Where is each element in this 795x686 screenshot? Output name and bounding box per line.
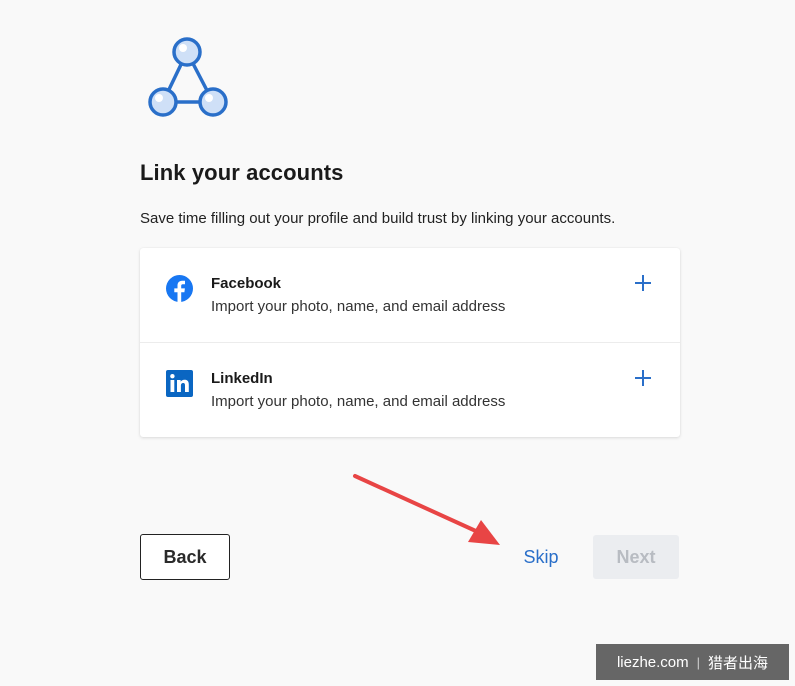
page-subtitle: Save time filling out your profile and b… bbox=[140, 210, 616, 227]
watermark-separator: | bbox=[696, 654, 701, 670]
watermark-brand: 猎者出海 bbox=[708, 654, 769, 672]
account-description: Import your photo, name, and email addre… bbox=[211, 393, 506, 410]
linkedin-icon bbox=[166, 370, 193, 397]
link-accounts-page: Link your accounts Save time filling out… bbox=[0, 0, 795, 686]
add-linkedin-plus-icon[interactable] bbox=[632, 367, 654, 389]
account-description: Import your photo, name, and email addre… bbox=[211, 298, 506, 315]
linked-nodes-icon bbox=[148, 37, 228, 117]
account-name: Facebook bbox=[211, 275, 282, 292]
next-button: Next bbox=[593, 535, 679, 579]
add-facebook-plus-icon[interactable] bbox=[632, 272, 654, 294]
account-row-linkedin: LinkedIn Import your photo, name, and em… bbox=[140, 342, 680, 436]
skip-link[interactable]: Skip bbox=[510, 535, 572, 579]
facebook-icon bbox=[166, 275, 193, 302]
watermark-site: liezhe.com bbox=[616, 653, 689, 671]
back-button[interactable]: Back bbox=[140, 534, 230, 580]
page-title: Link your accounts bbox=[140, 160, 344, 185]
accounts-card: Facebook Import your photo, name, and em… bbox=[140, 248, 680, 437]
account-name: LinkedIn bbox=[211, 370, 273, 387]
account-row-facebook: Facebook Import your photo, name, and em… bbox=[140, 248, 680, 342]
watermark: liezhe.com | 猎者出海 bbox=[596, 644, 789, 680]
annotation-arrow-icon bbox=[353, 474, 500, 545]
